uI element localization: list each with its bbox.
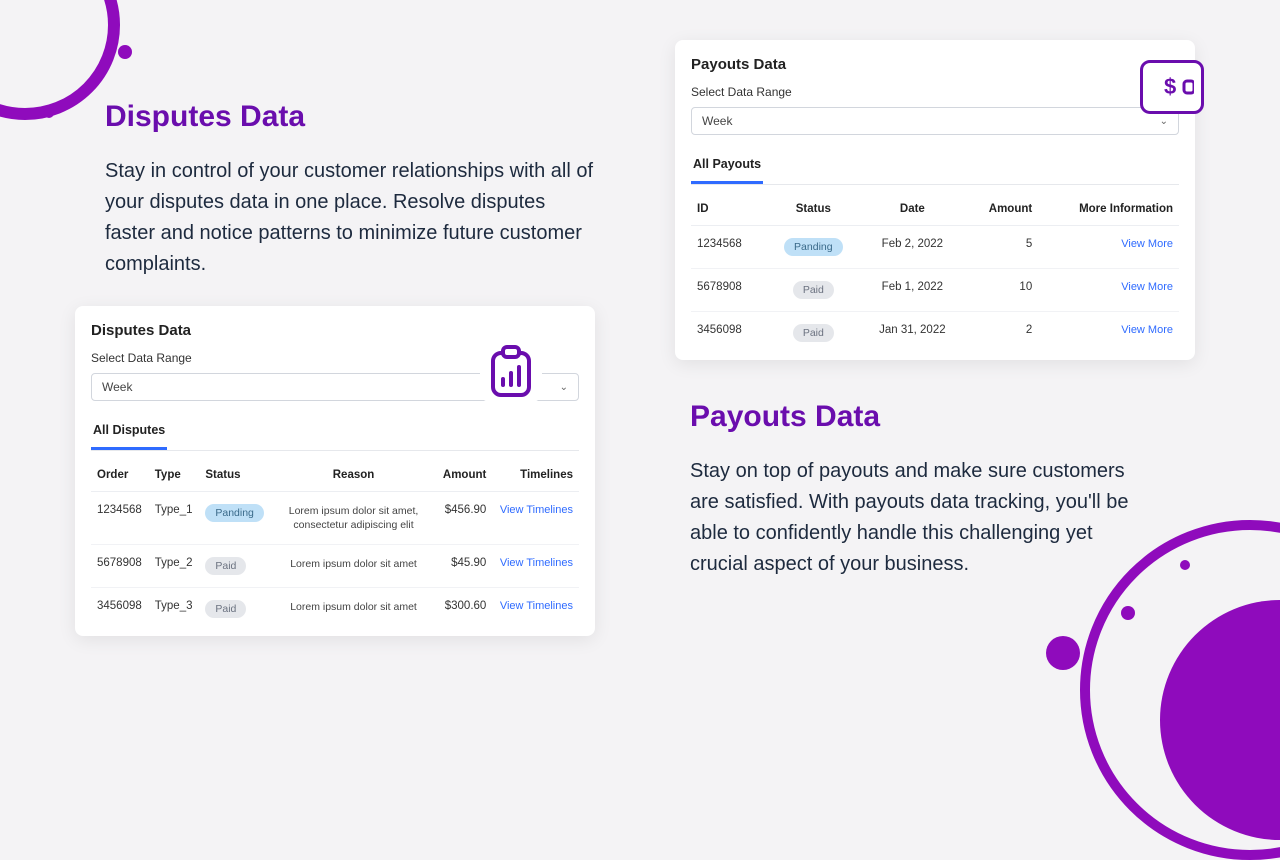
cell-timelines: View Timelines	[492, 492, 579, 545]
disputes-range-value: Week	[102, 380, 132, 394]
cell-status: Paid	[766, 269, 860, 312]
cell-more: View More	[1038, 312, 1179, 355]
status-badge: Paid	[793, 281, 834, 299]
cell-type: Type_3	[149, 588, 200, 631]
view-more-link[interactable]: View More	[1121, 238, 1173, 250]
col-type: Type	[149, 457, 200, 492]
disputes-description: Stay in control of your customer relatio…	[105, 156, 595, 280]
status-badge: Paid	[205, 600, 246, 618]
cell-timelines: View Timelines	[492, 588, 579, 631]
cell-more: View More	[1038, 226, 1179, 269]
col-order: Order	[91, 457, 149, 492]
cell-amount: $45.90	[436, 545, 492, 588]
col-timelines: Timelines	[492, 457, 579, 492]
disputes-tabs: All Disputes	[91, 415, 579, 451]
cell-timelines: View Timelines	[492, 545, 579, 588]
cell-reason: Lorem ipsum dolor sit amet, consectetur …	[271, 492, 436, 545]
tab-all-payouts[interactable]: All Payouts	[691, 149, 763, 184]
cell-amount: 2	[965, 312, 1039, 355]
payouts-range-value: Week	[702, 114, 732, 128]
chevron-down-icon: ⌄	[1160, 116, 1168, 127]
status-badge: Panding	[784, 238, 843, 256]
table-row: 5678908 Paid Feb 1, 202210 View More	[691, 269, 1179, 312]
cell-type: Type_2	[149, 545, 200, 588]
payouts-range-label: Select Data Range	[691, 85, 1179, 99]
cell-date: Jan 31, 2022	[860, 312, 964, 355]
view-more-link[interactable]: View More	[1121, 324, 1173, 336]
table-row: 1234568Type_1 Panding Lorem ipsum dolor si…	[91, 492, 579, 545]
disputes-heading: Disputes Data	[105, 100, 595, 134]
cell-more: View More	[1038, 269, 1179, 312]
table-row: 3456098 Paid Jan 31, 20222 View More	[691, 312, 1179, 355]
chevron-down-icon: ⌄	[560, 382, 568, 393]
view-timelines-link[interactable]: View Timelines	[500, 600, 573, 612]
cell-date: Feb 1, 2022	[860, 269, 964, 312]
cell-order: 5678908	[91, 545, 149, 588]
view-more-link[interactable]: View More	[1121, 281, 1173, 293]
status-badge: Paid	[205, 557, 246, 575]
col-amount: Amount	[436, 457, 492, 492]
clipboard-chart-icon	[480, 340, 542, 402]
payouts-card-title: Payouts Data	[691, 56, 1179, 73]
cell-id: 1234568	[691, 226, 766, 269]
status-badge: Panding	[205, 504, 264, 522]
cell-date: Feb 2, 2022	[860, 226, 964, 269]
tab-all-disputes[interactable]: All Disputes	[91, 415, 167, 450]
payouts-section: Payouts Data Select Data Range Week ⌄ Al…	[675, 40, 1195, 720]
table-row: 3456098Type_3 Paid Lorem ipsum dolor sit a…	[91, 588, 579, 631]
payouts-range-select[interactable]: Week ⌄	[691, 107, 1179, 135]
cell-amount: $456.90	[436, 492, 492, 545]
col-status: Status	[766, 191, 860, 226]
cell-id: 3456098	[691, 312, 766, 355]
cell-status: Panding	[766, 226, 860, 269]
col-reason: Reason	[271, 457, 436, 492]
cell-id: 5678908	[691, 269, 766, 312]
cell-reason: Lorem ipsum dolor sit amet	[271, 588, 436, 631]
status-badge: Paid	[793, 324, 834, 342]
cell-status: Paid	[199, 545, 271, 588]
disputes-section: Disputes Data Stay in control of your cu…	[105, 100, 595, 720]
disputes-card-title: Disputes Data	[91, 322, 579, 339]
payouts-card: Payouts Data Select Data Range Week ⌄ Al…	[675, 40, 1195, 360]
disputes-table: Order Type Status Reason Amount Timeline…	[91, 457, 579, 630]
payouts-table: ID Status Date Amount More Information 1…	[691, 191, 1179, 354]
payouts-tabs: All Payouts	[691, 149, 1179, 185]
cell-status: Panding	[199, 492, 271, 545]
col-status: Status	[199, 457, 271, 492]
payouts-heading: Payouts Data	[690, 400, 1195, 434]
view-timelines-link[interactable]: View Timelines	[500, 504, 573, 516]
cell-status: Paid	[766, 312, 860, 355]
cell-status: Paid	[199, 588, 271, 631]
col-id: ID	[691, 191, 766, 226]
cell-amount: $300.60	[436, 588, 492, 631]
svg-text:$: $	[1164, 74, 1176, 99]
table-row: 1234568 Panding Feb 2, 20225 View More	[691, 226, 1179, 269]
table-row: 5678908Type_2 Paid Lorem ipsum dolor sit a…	[91, 545, 579, 588]
cell-amount: 10	[965, 269, 1039, 312]
col-more: More Information	[1038, 191, 1179, 226]
cell-type: Type_1	[149, 492, 200, 545]
cell-order: 3456098	[91, 588, 149, 631]
col-amount: Amount	[965, 191, 1039, 226]
cell-order: 1234568	[91, 492, 149, 545]
money-card-icon: $	[1140, 60, 1204, 114]
cell-amount: 5	[965, 226, 1039, 269]
col-date: Date	[860, 191, 964, 226]
cell-reason: Lorem ipsum dolor sit amet	[271, 545, 436, 588]
view-timelines-link[interactable]: View Timelines	[500, 557, 573, 569]
payouts-description: Stay on top of payouts and make sure cus…	[690, 456, 1130, 580]
